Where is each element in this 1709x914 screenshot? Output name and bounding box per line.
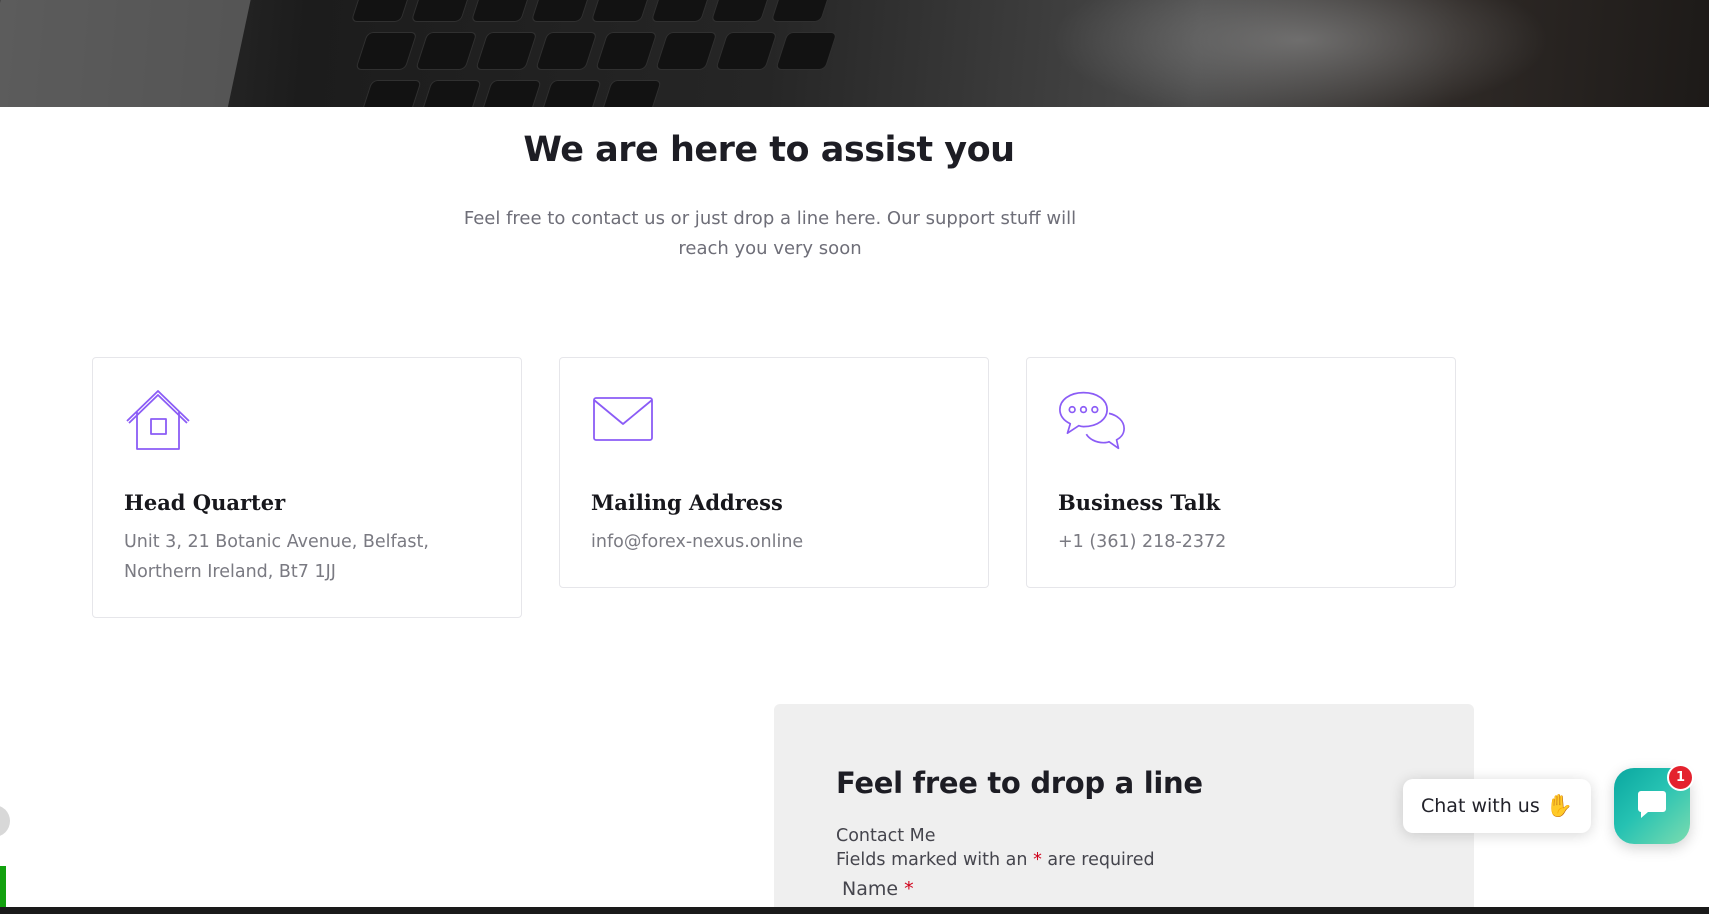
page-title: We are here to assist you <box>523 130 1015 170</box>
card-business-talk: Business Talk +1 (361) 218-2372 <box>1026 357 1456 588</box>
chat-with-us-bubble[interactable]: Chat with us ✋ <box>1403 779 1592 833</box>
card-title: Mailing Address <box>591 490 783 515</box>
card-title: Head Quarter <box>124 490 286 515</box>
card-address: Unit 3, 21 Botanic Avenue, Belfast, Nort… <box>124 532 429 582</box>
name-field-label: Name * <box>836 878 1412 900</box>
hero-light-glare <box>1050 0 1550 107</box>
name-required-asterisk: * <box>904 878 914 900</box>
chat-label: Chat with us <box>1421 795 1540 817</box>
hero-image <box>0 0 1709 107</box>
form-contact-label: Contact Me <box>836 826 936 846</box>
envelope-icon <box>591 388 659 452</box>
chat-icon <box>1636 789 1668 824</box>
form-title: Feel free to drop a line <box>836 766 1203 800</box>
card-phone-link[interactable]: +1 (361) 218-2372 <box>1058 527 1424 557</box>
form-required-note: Fields marked with an * are required <box>836 850 1412 870</box>
page-subtitle: Feel free to contact us or just drop a l… <box>463 208 1077 259</box>
required-asterisk: * <box>1033 850 1042 870</box>
side-scroll-button[interactable] <box>0 805 10 837</box>
hero-paper-detail <box>0 0 255 107</box>
card-mailing-address: Mailing Address info@forex-nexus.online <box>559 357 989 588</box>
house-icon <box>124 388 192 452</box>
waving-hand-icon: ✋ <box>1545 793 1574 818</box>
required-note-prefix: Fields marked with an <box>836 850 1028 870</box>
card-email-link[interactable]: info@forex-nexus.online <box>591 527 957 557</box>
bottom-bar <box>0 907 1709 914</box>
name-label-text: Name <box>842 878 899 900</box>
contact-page: We are here to assist you Feel free to c… <box>0 0 1709 914</box>
speech-bubbles-icon <box>1058 388 1126 452</box>
contact-form-panel: Feel free to drop a line Contact Me Fiel… <box>774 704 1474 914</box>
side-green-tab[interactable] <box>0 866 6 908</box>
card-head-quarter: Head Quarter Unit 3, 21 Botanic Avenue, … <box>92 357 522 618</box>
card-title: Business Talk <box>1058 490 1221 515</box>
chat-unread-badge: 1 <box>1667 764 1694 791</box>
required-note-suffix: are required <box>1047 850 1155 870</box>
hero-keyboard-detail <box>299 0 1061 107</box>
